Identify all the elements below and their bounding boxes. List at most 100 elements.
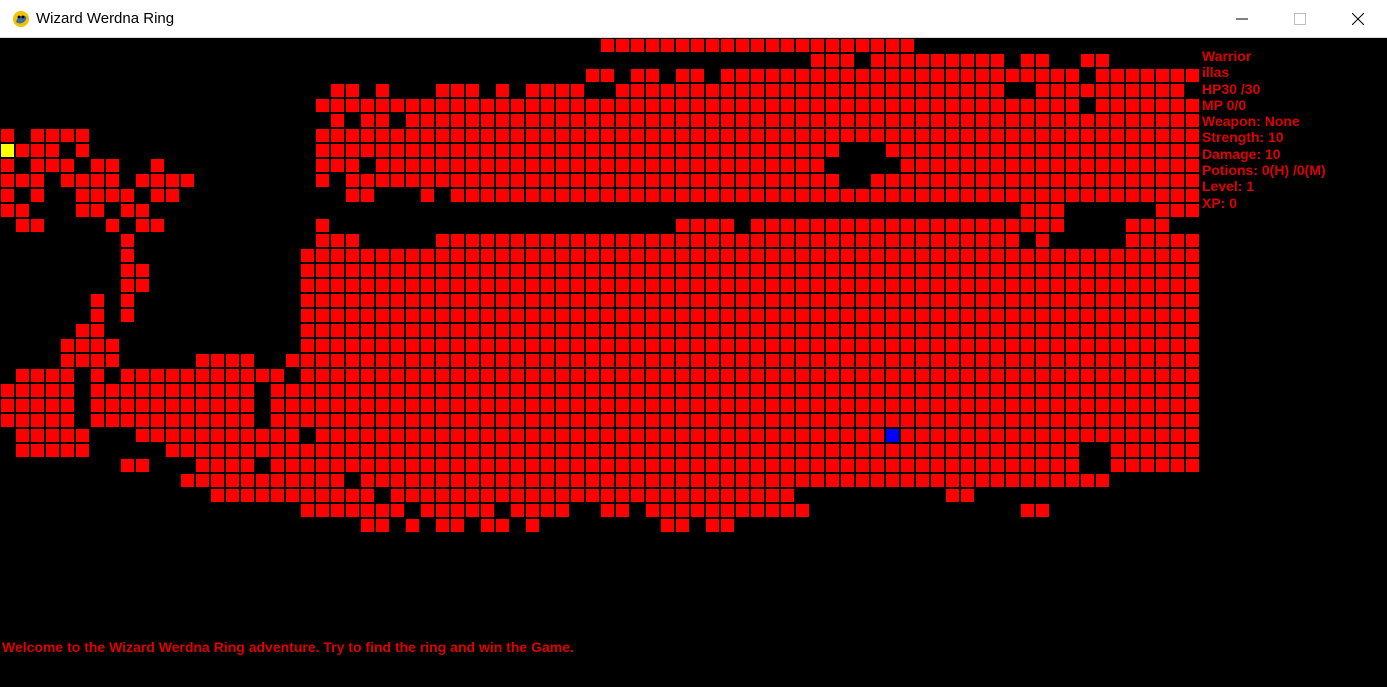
floor-tile [495,398,510,413]
floor-tile [585,413,600,428]
minimize-button[interactable] [1213,0,1271,38]
floor-tile [945,398,960,413]
floor-tile [1125,158,1140,173]
floor-tile [1110,383,1125,398]
floor-tile [1125,338,1140,353]
floor-tile [600,263,615,278]
floor-tile [1140,293,1155,308]
floor-tile [630,98,645,113]
floor-tile [660,158,675,173]
floor-tile [960,128,975,143]
floor-tile [345,443,360,458]
floor-tile [345,98,360,113]
floor-tile [495,113,510,128]
floor-tile [495,368,510,383]
floor-tile [1005,428,1020,443]
game-canvas[interactable]: Warrior illas HP30 /30 MP 0/0 Weapon: No… [0,38,1387,687]
floor-tile [330,278,345,293]
floor-tile [1065,278,1080,293]
floor-tile [45,413,60,428]
floor-tile [30,443,45,458]
floor-tile [795,443,810,458]
floor-tile [900,128,915,143]
floor-tile [1080,188,1095,203]
floor-tile [330,293,345,308]
floor-tile [360,173,375,188]
floor-tile [855,218,870,233]
floor-tile [450,443,465,458]
floor-tile [420,128,435,143]
floor-tile [645,323,660,338]
floor-tile [1170,98,1185,113]
floor-tile [525,353,540,368]
floor-tile [1065,398,1080,413]
floor-tile [1095,308,1110,323]
floor-tile [810,458,825,473]
floor-tile [615,233,630,248]
floor-tile [780,98,795,113]
floor-tile [405,143,420,158]
floor-tile [270,368,285,383]
floor-tile [585,293,600,308]
floor-tile [855,38,870,53]
floor-tile [435,143,450,158]
floor-tile [450,233,465,248]
floor-tile [885,53,900,68]
close-button[interactable] [1329,0,1387,38]
floor-tile [900,443,915,458]
floor-tile [255,368,270,383]
floor-tile [420,173,435,188]
floor-tile [705,293,720,308]
floor-tile [675,518,690,533]
floor-tile [1035,248,1050,263]
floor-tile [990,398,1005,413]
floor-tile [270,458,285,473]
floor-tile [945,488,960,503]
floor-tile [720,428,735,443]
floor-tile [840,38,855,53]
floor-tile [630,173,645,188]
floor-tile [1035,158,1050,173]
floor-tile [705,353,720,368]
floor-tile [525,443,540,458]
floor-tile [615,413,630,428]
floor-tile [840,113,855,128]
maximize-button[interactable] [1271,0,1329,38]
floor-tile [600,413,615,428]
floor-tile [285,383,300,398]
floor-tile [1125,188,1140,203]
floor-tile [720,143,735,158]
floor-tile [540,503,555,518]
floor-tile [1110,128,1125,143]
floor-tile [945,128,960,143]
floor-tile [720,83,735,98]
floor-tile [1080,278,1095,293]
floor-tile [60,443,75,458]
floor-tile [195,428,210,443]
floor-tile [435,398,450,413]
floor-tile [675,128,690,143]
floor-tile [1005,113,1020,128]
floor-tile [585,233,600,248]
floor-tile [375,383,390,398]
floor-tile [240,398,255,413]
floor-tile [930,473,945,488]
floor-tile [285,353,300,368]
floor-tile [465,323,480,338]
floor-tile [1185,368,1200,383]
floor-tile [945,443,960,458]
floor-tile [735,278,750,293]
floor-tile [840,188,855,203]
floor-tile [945,293,960,308]
floor-tile [105,158,120,173]
floor-tile [1140,218,1155,233]
floor-tile [1095,473,1110,488]
floor-tile [990,218,1005,233]
floor-tile [570,428,585,443]
floor-tile [1125,323,1140,338]
floor-tile [1125,143,1140,158]
floor-tile [720,383,735,398]
floor-tile [765,263,780,278]
floor-tile [675,233,690,248]
floor-tile [1020,368,1035,383]
